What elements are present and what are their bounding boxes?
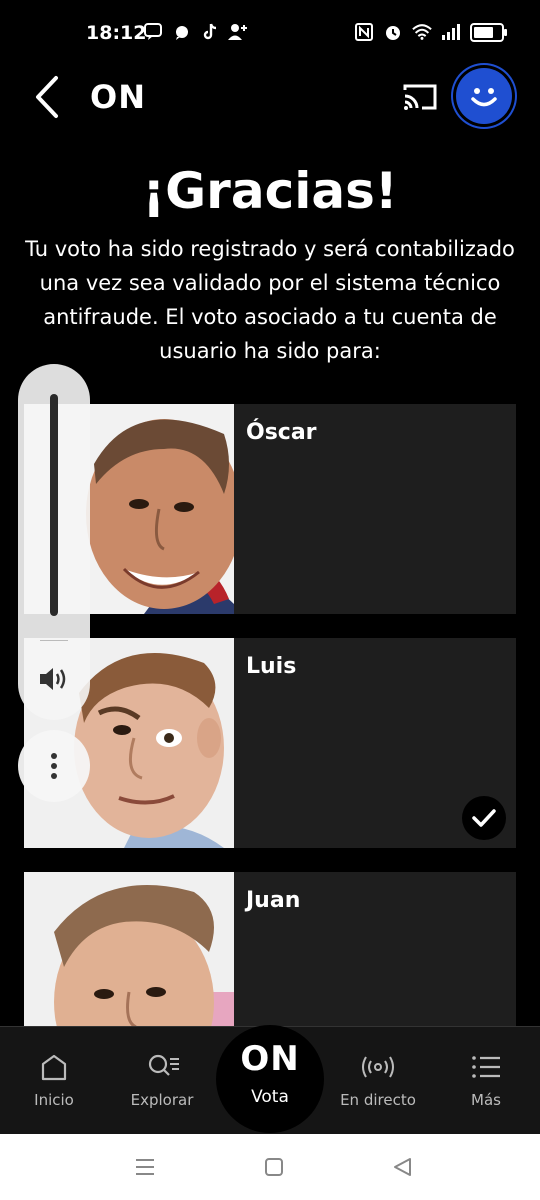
tiktok-icon <box>200 22 220 42</box>
cast-icon <box>403 84 437 110</box>
signal-icon <box>441 22 461 42</box>
candidate-name-oscar: Óscar <box>246 420 317 445</box>
status-time: 18:12 <box>86 22 147 44</box>
confirmation-message: Tu voto ha sido registrado y será contab… <box>25 237 515 363</box>
nav-item-vota[interactable]: ON Vota <box>216 1025 324 1133</box>
home-icon <box>41 1054 67 1081</box>
bottom-navigation: Inicio Explorar ON Vota En directo Más <box>0 1025 540 1135</box>
nav-item-mas[interactable]: Más <box>432 1027 540 1135</box>
selected-badge <box>462 796 506 840</box>
nav-label-mas: Más <box>471 1091 501 1109</box>
nav-item-en-directo[interactable]: En directo <box>324 1027 432 1135</box>
search-list-icon <box>148 1054 179 1076</box>
message-icon <box>144 22 164 42</box>
nav-item-explorar[interactable]: Explorar <box>108 1027 216 1135</box>
nav-item-inicio[interactable]: Inicio <box>0 1027 108 1135</box>
alarm-icon <box>383 22 403 42</box>
back-triangle-icon[interactable] <box>390 1154 416 1180</box>
volume-slider[interactable] <box>50 394 58 616</box>
candidate-card-oscar[interactable]: Óscar <box>24 404 516 614</box>
system-navigation-bar <box>0 1134 540 1200</box>
nav-label-en-directo: En directo <box>340 1091 416 1109</box>
cast-button[interactable] <box>402 82 438 112</box>
checkmark-icon <box>472 809 496 827</box>
speaker-icon[interactable] <box>38 664 70 694</box>
nfc-icon <box>354 22 374 42</box>
app-bar: ON <box>0 62 540 132</box>
more-vertical-icon <box>51 753 57 779</box>
app-title: ON <box>90 78 146 116</box>
home-square-icon[interactable] <box>261 1154 287 1180</box>
chevron-left-icon <box>36 76 58 118</box>
candidate-list: Óscar Luis Juan <box>24 404 516 1106</box>
broadcast-icon <box>362 1056 394 1078</box>
person-add-icon <box>228 22 248 42</box>
smiley-face-icon <box>471 88 497 107</box>
notification-icons <box>144 22 248 42</box>
wifi-icon <box>412 22 432 42</box>
chat-bubble-icon <box>172 22 192 42</box>
candidate-name-juan: Juan <box>246 888 301 913</box>
nav-label-inicio: Inicio <box>34 1091 74 1109</box>
candidate-card-luis[interactable]: Luis <box>24 638 516 848</box>
candidate-name-luis: Luis <box>246 654 297 679</box>
page-title: ¡Gracias! <box>142 162 398 220</box>
system-icons <box>354 22 507 42</box>
recent-apps-icon[interactable] <box>132 1154 158 1180</box>
user-avatar[interactable] <box>456 68 512 124</box>
volume-panel[interactable] <box>18 364 90 720</box>
volume-more-button[interactable] <box>18 730 90 802</box>
back-button[interactable] <box>28 74 68 120</box>
nav-label-explorar: Explorar <box>130 1091 194 1109</box>
menu-list-icon <box>472 1056 500 1078</box>
on-power-logo: ON <box>240 1039 300 1079</box>
volume-divider <box>40 640 68 641</box>
nav-label-vota: Vota <box>251 1087 289 1107</box>
status-bar: 18:12 <box>0 0 540 70</box>
battery-icon <box>470 22 507 42</box>
